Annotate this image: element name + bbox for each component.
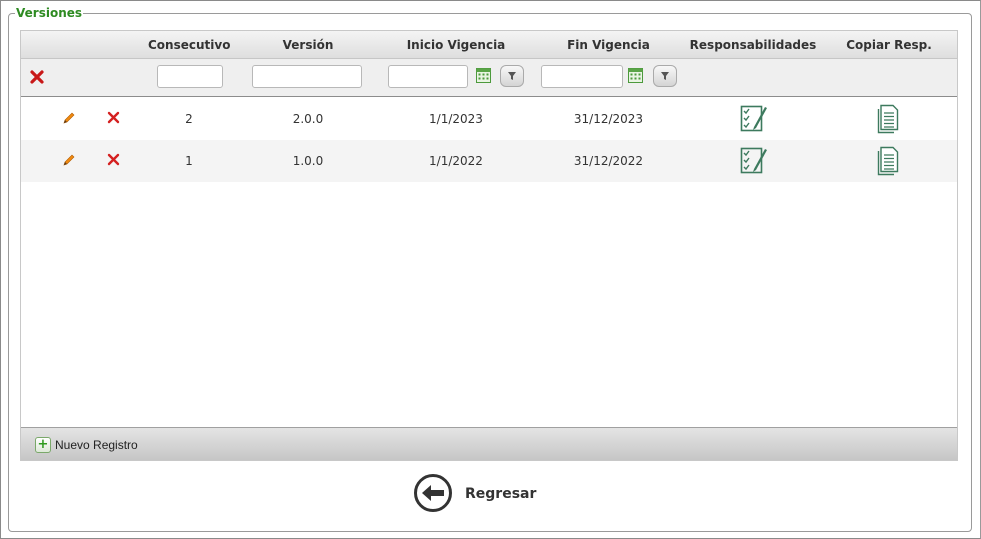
- panel-title: Versiones: [16, 6, 83, 20]
- cell-inicio-vigencia: 1/1/2023: [429, 112, 483, 126]
- column-header-responsabilidades[interactable]: Responsabilidades: [687, 31, 819, 59]
- new-record-button[interactable]: + Nuevo Registro: [35, 436, 138, 454]
- checklist-icon[interactable]: [740, 103, 768, 136]
- cell-version: 1.0.0: [292, 154, 324, 168]
- column-header-version[interactable]: Versión: [254, 31, 362, 59]
- cell-version: 2.0.0: [292, 112, 324, 126]
- calendar-icon[interactable]: [628, 68, 643, 83]
- back-arrow-icon: [413, 473, 453, 516]
- cell-consecutivo: 2: [185, 112, 193, 126]
- delete-x-icon[interactable]: [107, 111, 120, 127]
- grid-footer: + Nuevo Registro: [21, 427, 957, 460]
- plus-icon: +: [35, 437, 51, 453]
- back-button[interactable]: Regresar: [413, 473, 537, 516]
- cell-consecutivo: 1: [185, 154, 193, 168]
- back-label: Regresar: [465, 486, 537, 502]
- column-header-copiar-resp[interactable]: Copiar Resp.: [836, 31, 942, 59]
- table-row: 1 1.0.0 1/1/2022 31/12/2022: [21, 140, 957, 182]
- cell-inicio-vigencia: 1/1/2022: [429, 154, 483, 168]
- table-row: 2 2.0.0 1/1/2023 31/12/2023: [21, 98, 957, 140]
- pencil-icon[interactable]: [62, 153, 76, 170]
- filter-row: [21, 59, 957, 97]
- document-copy-icon[interactable]: [877, 104, 899, 137]
- clear-filters-icon[interactable]: [29, 69, 45, 85]
- checklist-icon[interactable]: [740, 145, 768, 178]
- filter-consecutivo-input[interactable]: [157, 65, 223, 88]
- cell-fin-vigencia: 31/12/2022: [573, 154, 644, 168]
- column-header-consecutivo[interactable]: Consecutivo: [148, 31, 230, 59]
- new-record-label: Nuevo Registro: [55, 438, 138, 452]
- document-copy-icon[interactable]: [877, 146, 899, 179]
- versions-grid: Consecutivo Versión Inicio Vigencia Fin …: [20, 30, 958, 461]
- filter-inicio-vigencia-input[interactable]: [388, 65, 468, 88]
- delete-x-icon[interactable]: [107, 153, 120, 169]
- funnel-icon[interactable]: [653, 65, 677, 87]
- filter-version-input[interactable]: [252, 65, 362, 88]
- pencil-icon[interactable]: [62, 111, 76, 128]
- grid-header: Consecutivo Versión Inicio Vigencia Fin …: [21, 31, 957, 59]
- column-header-inicio-vigencia[interactable]: Inicio Vigencia: [391, 31, 521, 59]
- calendar-icon[interactable]: [476, 68, 491, 83]
- funnel-icon[interactable]: [500, 65, 524, 87]
- filter-fin-vigencia-input[interactable]: [541, 65, 623, 88]
- column-header-fin-vigencia[interactable]: Fin Vigencia: [546, 31, 671, 59]
- cell-fin-vigencia: 31/12/2023: [573, 112, 644, 126]
